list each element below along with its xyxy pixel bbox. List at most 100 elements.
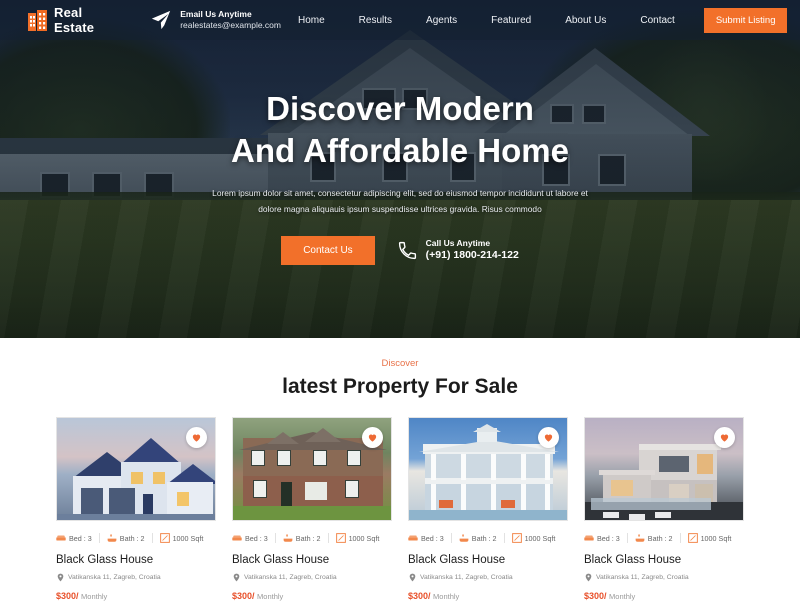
property-address-text: Vatikanska 11, Zagreb, Croatia: [420, 574, 513, 581]
nav-item-agents[interactable]: Agents: [409, 15, 474, 26]
hero-section: Real Estate Email Us Anytime realestates…: [0, 0, 800, 338]
email-address: realestates@example.com: [180, 20, 281, 30]
stat-bed: Bed : 3: [408, 533, 451, 543]
paper-plane-icon: [150, 9, 172, 31]
location-pin-icon: [585, 573, 592, 582]
location-pin-icon: [409, 573, 416, 582]
stat-bed: Bed : 3: [56, 533, 99, 543]
property-title[interactable]: Black Glass House: [584, 554, 744, 566]
property-image[interactable]: [56, 417, 216, 521]
site-header: Real Estate Email Us Anytime realestates…: [0, 0, 800, 40]
stat-bed-label: Bed : 3: [69, 533, 92, 543]
heart-icon: [368, 434, 377, 442]
property-stats: Bed : 3 Bath : 2 1000 Sqft: [232, 531, 392, 545]
page-title: latest Property For Sale: [282, 375, 518, 398]
bed-icon: [584, 535, 594, 541]
stat-bath-label: Bath : 2: [647, 533, 673, 543]
nav-item-about-us[interactable]: About Us: [548, 15, 623, 26]
property-image[interactable]: [408, 417, 568, 521]
stat-area-label: 1000 Sqft: [524, 533, 556, 543]
stat-bath: Bath : 2: [274, 533, 328, 543]
property-title[interactable]: Black Glass House: [232, 554, 392, 566]
heart-icon: [192, 434, 201, 442]
header-email-block[interactable]: Email Us Anytime realestates@example.com: [150, 9, 281, 31]
nav-item-results[interactable]: Results: [342, 15, 409, 26]
logo[interactable]: Real Estate: [0, 5, 94, 35]
call-us-block[interactable]: Call Us Anytime (+91) 1800-214-122: [397, 238, 519, 263]
stat-area: 1000 Sqft: [327, 533, 387, 543]
hero-actions: Contact Us Call Us Anytime (+91) 1800-21…: [0, 235, 800, 265]
stat-bath: Bath : 2: [626, 533, 680, 543]
stat-area: 1000 Sqft: [503, 533, 563, 543]
stat-bed-label: Bed : 3: [421, 533, 444, 543]
area-icon: [335, 533, 346, 543]
phone-icon: [397, 240, 418, 261]
section-eyebrow: Discover: [381, 358, 419, 369]
heart-icon: [544, 434, 553, 442]
location-pin-icon: [233, 573, 240, 582]
property-address: Vatikanska 11, Zagreb, Croatia: [56, 573, 216, 582]
bath-icon: [283, 534, 293, 542]
property-title[interactable]: Black Glass House: [56, 554, 216, 566]
stat-bath-label: Bath : 2: [471, 533, 497, 543]
stat-bath-label: Bath : 2: [119, 533, 145, 543]
area-icon: [687, 533, 698, 543]
hero-subtitle: Lorem ipsum dolor sit amet, consectetur …: [212, 188, 588, 215]
location-pin-icon: [57, 573, 64, 582]
property-image[interactable]: [584, 417, 744, 521]
property-address: Vatikanska 11, Zagreb, Croatia: [232, 573, 392, 582]
property-card[interactable]: Bed : 3 Bath : 2 1000 Sqft Black Glass H…: [584, 417, 744, 601]
property-address-text: Vatikanska 11, Zagreb, Croatia: [68, 574, 161, 581]
stat-bed-label: Bed : 3: [245, 533, 268, 543]
bed-icon: [408, 535, 418, 541]
bath-icon: [107, 534, 117, 542]
stat-bed-label: Bed : 3: [597, 533, 620, 543]
favorite-button[interactable]: [186, 427, 207, 448]
property-card-list: Bed : 3 Bath : 2 1000 Sqft Black Glass H…: [0, 417, 800, 601]
stat-bed: Bed : 3: [232, 533, 275, 543]
stat-area-label: 1000 Sqft: [172, 533, 204, 543]
stat-bath: Bath : 2: [450, 533, 504, 543]
stat-bed: Bed : 3: [584, 533, 627, 543]
stat-bath-label: Bath : 2: [295, 533, 321, 543]
email-title: Email Us Anytime: [180, 9, 252, 20]
call-number: (+91) 1800-214-122: [425, 248, 519, 261]
nav-item-contact[interactable]: Contact: [623, 15, 691, 26]
hero-title-line-1: Discover Modern: [266, 90, 534, 127]
stat-bath: Bath : 2: [98, 533, 152, 543]
property-address: Vatikanska 11, Zagreb, Croatia: [408, 573, 568, 582]
property-address-text: Vatikanska 11, Zagreb, Croatia: [596, 574, 689, 581]
nav-item-featured[interactable]: Featured: [474, 15, 548, 26]
area-icon: [511, 533, 522, 543]
bath-icon: [635, 534, 645, 542]
property-card[interactable]: Bed : 3 Bath : 2 1000 Sqft Black Glass H…: [408, 417, 568, 601]
contact-us-button[interactable]: Contact Us: [281, 235, 375, 265]
favorite-button[interactable]: [362, 427, 383, 448]
property-image[interactable]: [232, 417, 392, 521]
property-title[interactable]: Black Glass House: [408, 554, 568, 566]
bed-icon: [56, 535, 66, 541]
logo-text: Real Estate: [54, 5, 95, 35]
nav-item-home[interactable]: Home: [281, 15, 342, 26]
bath-icon: [459, 534, 469, 542]
area-icon: [159, 533, 170, 543]
favorite-button[interactable]: [714, 427, 735, 448]
call-title: Call Us Anytime: [425, 237, 491, 248]
stat-area: 1000 Sqft: [679, 533, 739, 543]
stat-area-label: 1000 Sqft: [700, 533, 732, 543]
hero-content: Discover Modern And Affordable Home Lore…: [0, 88, 800, 265]
hero-title: Discover Modern And Affordable Home: [0, 88, 800, 172]
property-address-text: Vatikanska 11, Zagreb, Croatia: [244, 574, 337, 581]
favorite-button[interactable]: [538, 427, 559, 448]
submit-listing-button[interactable]: Submit Listing: [703, 7, 788, 33]
property-card[interactable]: Bed : 3 Bath : 2 1000 Sqft Black Glass H…: [232, 417, 392, 601]
main-nav: Home Results Agents Featured About Us Co…: [281, 7, 800, 33]
stat-area: 1000 Sqft: [151, 533, 211, 543]
building-icon: [28, 9, 47, 31]
property-card[interactable]: Bed : 3 Bath : 2 1000 Sqft Black Glass H…: [56, 417, 216, 601]
property-stats: Bed : 3 Bath : 2 1000 Sqft: [56, 531, 216, 545]
hero-title-line-2: And Affordable Home: [231, 132, 569, 170]
stat-area-label: 1000 Sqft: [348, 533, 380, 543]
property-stats: Bed : 3 Bath : 2 1000 Sqft: [408, 531, 568, 545]
heart-icon: [720, 434, 729, 442]
